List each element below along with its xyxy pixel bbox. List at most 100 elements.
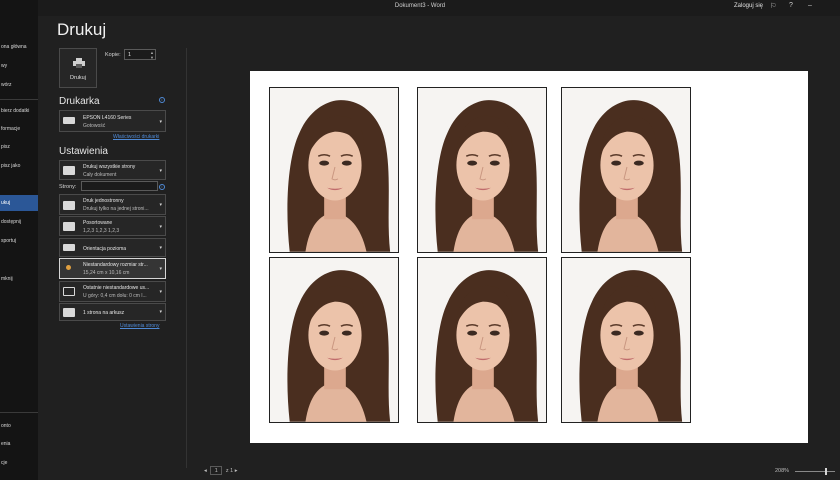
- nav-divider-bottom: [0, 412, 38, 413]
- chevron-down-icon: ▾: [159, 168, 162, 174]
- page-navigator: ◂ 1 z 1 ▸: [204, 466, 237, 475]
- margins-dropdown[interactable]: Ostatnie niestandardowe us... U góry: 0,…: [59, 281, 166, 302]
- nav-share[interactable]: dostępnij: [0, 214, 38, 230]
- coauthor-icon[interactable]: ⚐: [770, 2, 776, 10]
- sign-in-link[interactable]: Zaloguj się: [734, 3, 763, 9]
- portrait-image: [270, 258, 398, 422]
- panel-divider: [186, 48, 187, 468]
- collated-icon: [63, 222, 75, 231]
- landscape-icon: [63, 244, 75, 251]
- pages-input[interactable]: [81, 181, 158, 191]
- passport-photo: [417, 87, 547, 253]
- nav-new[interactable]: wy: [0, 58, 38, 74]
- nav-get-addins[interactable]: bierz dodatki: [0, 103, 38, 119]
- printer-properties-link[interactable]: Właściwości drukarki: [113, 134, 159, 140]
- margins-icon: [63, 287, 75, 296]
- collate-sub: 1,2,3 1,2,3 1,2,3: [83, 228, 120, 234]
- zoom-level: 208%: [775, 468, 790, 474]
- print-range-dropdown[interactable]: Drukuj wszystkie strony Cały dokument ▾: [59, 160, 166, 180]
- title-bar: Dokument3 - Word Zaloguj się ⚐ ? –: [0, 0, 840, 16]
- nav-print[interactable]: ukuj: [0, 195, 38, 211]
- document-title: Dokument3 - Word: [394, 3, 446, 9]
- page-count: z 1: [225, 468, 234, 474]
- chevron-down-icon: ▾: [159, 289, 162, 295]
- orientation-dropdown[interactable]: Orientacja pozioma ▾: [59, 238, 166, 257]
- info-icon[interactable]: i: [159, 97, 165, 103]
- nav-home[interactable]: ona główna: [0, 39, 38, 55]
- collate-dropdown[interactable]: Posortowane 1,2,3 1,2,3 1,2,3 ▾: [59, 216, 166, 236]
- pages-per-sheet-dropdown[interactable]: 1 strona na arkusz ▾: [59, 303, 166, 321]
- pages-label: Strony:: [59, 184, 77, 190]
- nav-export[interactable]: sportuj: [0, 233, 38, 249]
- print-button[interactable]: Drukuj: [59, 48, 97, 88]
- chevron-down-icon: ▾: [159, 245, 162, 251]
- portrait-image: [418, 258, 546, 422]
- passport-photo: [417, 257, 547, 423]
- sides-dropdown[interactable]: Druk jednostronny Drukuj tylko na jednej…: [59, 194, 166, 215]
- print-preview-page: [250, 71, 808, 443]
- info-icon[interactable]: i: [159, 184, 165, 190]
- portrait-image: [418, 88, 546, 252]
- paper-size-sub: 15,24 cm x 10,16 cm: [83, 270, 130, 276]
- paper-size-label: Niestandardowy rozmiar str...: [83, 262, 148, 268]
- portrait-image: [562, 258, 690, 422]
- next-page-icon[interactable]: ▸: [235, 468, 238, 474]
- passport-photo: [561, 257, 691, 423]
- pages-per-sheet-label: 1 strona na arkusz: [83, 310, 125, 316]
- pages-icon: [63, 166, 75, 175]
- print-range-sub: Cały dokument: [83, 172, 117, 178]
- copies-value: 1: [128, 52, 132, 58]
- zoom-slider[interactable]: [795, 471, 835, 472]
- settings-heading: Ustawienia: [59, 146, 108, 157]
- orientation-label: Orientacja pozioma: [83, 246, 127, 252]
- sides-label: Druk jednostronny: [83, 198, 124, 204]
- printer-heading: Drukarka: [59, 96, 100, 107]
- page-setup-link[interactable]: Ustawienia strony: [120, 323, 159, 329]
- help-icon[interactable]: ?: [789, 2, 793, 9]
- nav-info[interactable]: formacje: [0, 121, 38, 137]
- sides-sub: Drukuj tylko na jednej stroni...: [83, 206, 149, 212]
- nav-history[interactable]: [0, 177, 38, 193]
- minimize-icon[interactable]: –: [808, 2, 812, 9]
- copies-label: Kopie:: [105, 52, 121, 58]
- portrait-image: [270, 88, 398, 252]
- portrait-image: [562, 88, 690, 252]
- nav-transform[interactable]: [0, 252, 38, 268]
- margins-label: Ostatnie niestandardowe us...: [83, 285, 150, 291]
- nav-save-as[interactable]: pisz jako: [0, 158, 38, 174]
- nav-open[interactable]: wórz: [0, 77, 38, 93]
- printer-name: EPSON L4160 Series: [83, 115, 132, 121]
- print-range-label: Drukuj wszystkie strony: [83, 164, 136, 170]
- prev-page-icon[interactable]: ◂: [204, 468, 207, 474]
- chevron-down-icon: ▾: [159, 266, 162, 272]
- passport-photo: [269, 87, 399, 253]
- chevron-down-icon: ▾: [159, 224, 162, 230]
- printer-icon: [73, 58, 85, 68]
- pages-per-sheet-icon: [63, 308, 75, 317]
- nav-close[interactable]: mknij: [0, 271, 38, 287]
- zoom-slider-thumb[interactable]: [825, 468, 827, 475]
- chevron-down-icon: ▾: [159, 309, 162, 315]
- backstage-nav: ona główna wy wórz bierz dodatki formacj…: [0, 0, 38, 480]
- printer-device-icon: [63, 117, 75, 124]
- passport-photo: [561, 87, 691, 253]
- nav-feedback[interactable]: enia: [0, 436, 38, 452]
- one-sided-icon: [63, 201, 75, 210]
- printer-dropdown[interactable]: EPSON L4160 Series Gotowość ▾: [59, 110, 166, 132]
- passport-photo: [269, 257, 399, 423]
- margins-sub: U góry: 0,4 cm dołu: 0 cm l...: [83, 293, 147, 299]
- copies-spinner-icon[interactable]: ▲ ▼: [150, 50, 154, 60]
- nav-account[interactable]: onto: [0, 418, 38, 434]
- current-page-input[interactable]: 1: [210, 466, 223, 475]
- nav-options[interactable]: cje: [0, 455, 38, 471]
- nav-save[interactable]: pisz: [0, 139, 38, 155]
- copies-input[interactable]: 1 ▲ ▼: [124, 49, 156, 60]
- page-title: Drukuj: [57, 20, 107, 39]
- word-print-backstage: Dokument3 - Word Zaloguj się ⚐ ? – ona g…: [0, 0, 840, 480]
- paper-size-dropdown[interactable]: Niestandardowy rozmiar str... 15,24 cm x…: [59, 258, 166, 279]
- collate-label: Posortowane: [83, 220, 113, 226]
- chevron-down-icon: ▾: [159, 202, 162, 208]
- chevron-down-icon: ▾: [159, 119, 162, 125]
- print-button-label: Drukuj: [70, 75, 86, 81]
- nav-divider: [0, 99, 38, 100]
